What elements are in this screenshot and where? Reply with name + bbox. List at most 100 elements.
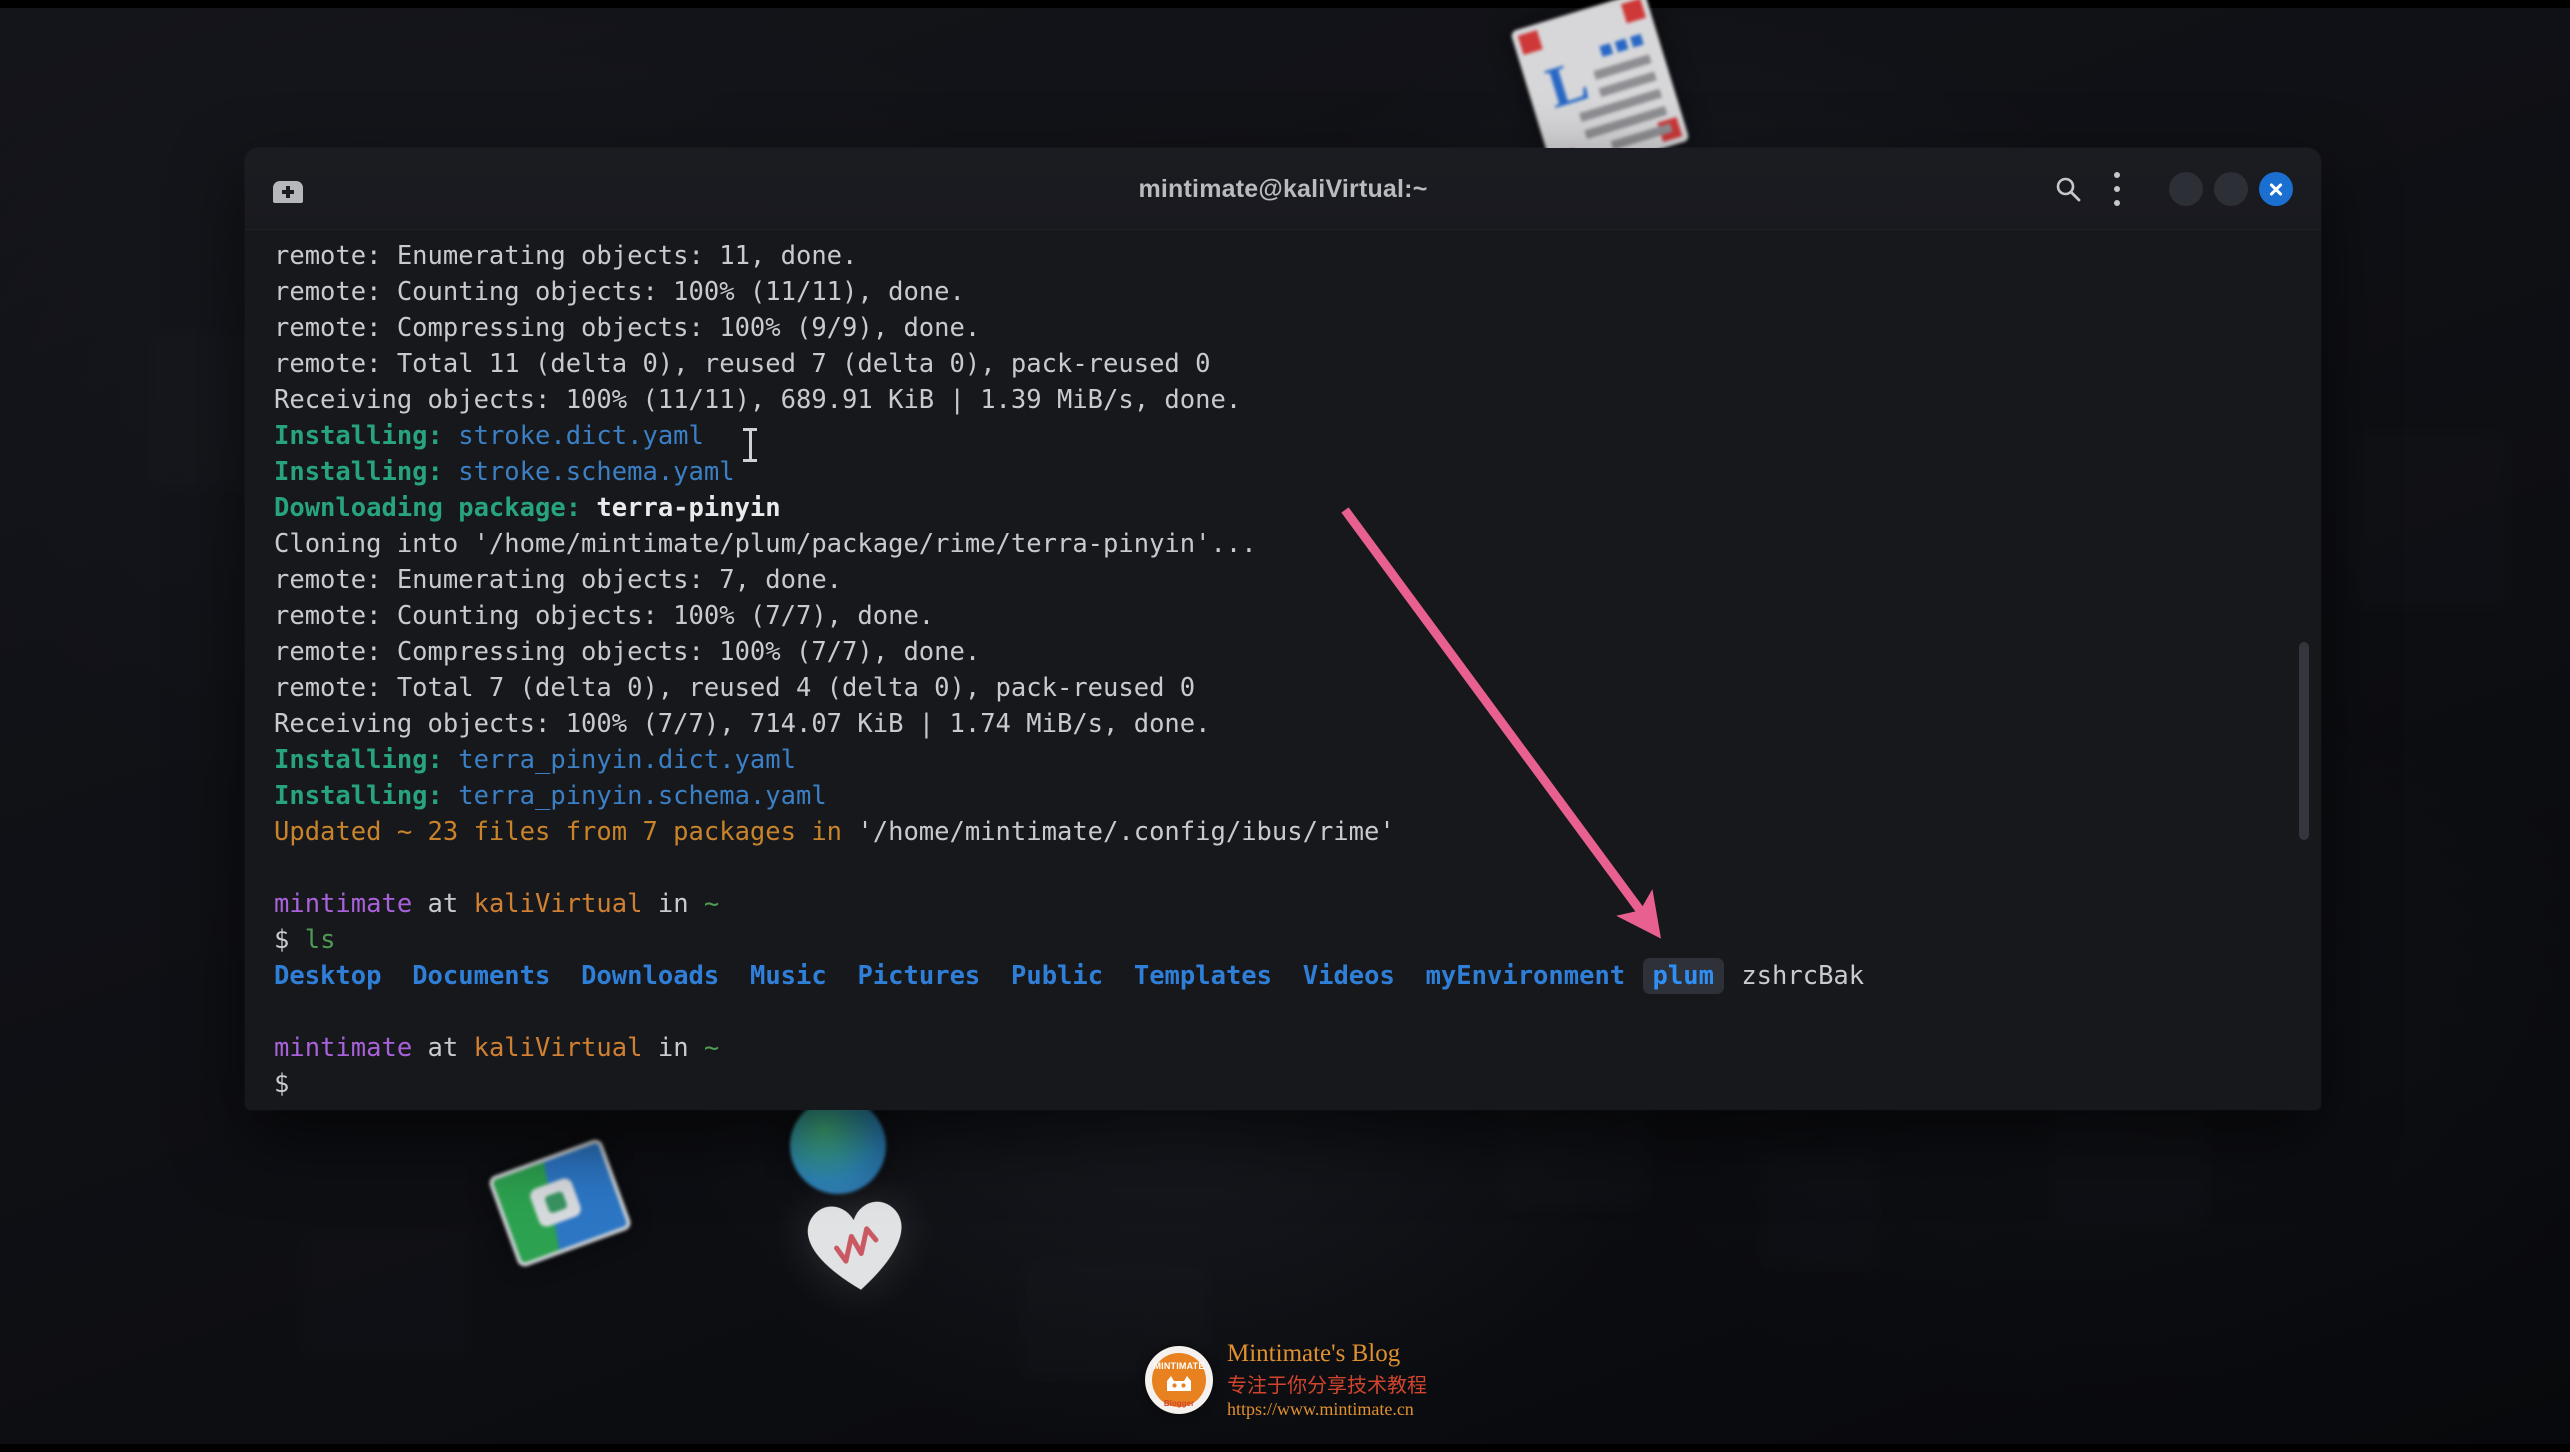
terminal-text: in [642,889,704,919]
terminal-text: $ [274,925,305,955]
watermark-logo: MINTIMATE Blogger [1145,1346,1213,1414]
terminal-text: Downloading package: [274,493,597,523]
watermark-title: Mintimate's Blog [1227,1340,1401,1367]
wallpaper-sphere-icon [790,1098,886,1194]
terminal-line: Installing: stroke.dict.yaml [274,418,2321,454]
terminal-line: Receiving objects: 100% (11/11), 689.91 … [274,382,2321,418]
terminal-text: stroke.schema.yaml [458,457,735,487]
terminal-line: Desktop Documents Downloads Music Pictur… [274,958,2321,994]
kebab-menu-icon[interactable] [2113,172,2121,206]
terminal-line: remote: Counting objects: 100% (11/11), … [274,274,2321,310]
wallpaper-letterbox-bottom [0,1444,2570,1452]
terminal-text: mintimate [274,1033,413,1063]
terminal-text: Receiving objects: 100% (11/11), 689.91 … [274,385,1242,415]
titlebar-left-group [245,175,303,203]
terminal-line: remote: Enumerating objects: 7, done. [274,562,2321,598]
terminal-line: remote: Total 11 (delta 0), reused 7 (de… [274,346,2321,382]
cat-icon [1167,1376,1191,1391]
terminal-line: Installing: stroke.schema.yaml [274,454,2321,490]
wallpaper-letterbox-top [0,0,2570,8]
watermark-logo-top-text: MINTIMATE [1153,1361,1205,1371]
terminal-text: ls [304,925,336,955]
terminal-line: $ [274,1066,2321,1102]
terminal-text: kaliVirtual [473,889,643,919]
maximize-button[interactable] [2214,172,2248,206]
new-tab-icon[interactable] [273,175,303,203]
terminal-text: Videos [1302,961,1395,991]
terminal-text: Pictures [857,961,981,991]
terminal-output-area[interactable]: remote: Enumerating objects: 11, done. re… [245,230,2321,1110]
terminal-text: '/home/mintimate/.config/ibus/rime' [857,817,1395,847]
desktop-background: L mintimate@kaliVirtual:~ remote: Enumer… [0,0,2570,1452]
terminal-titlebar[interactable]: mintimate@kaliVirtual:~ [245,148,2321,230]
terminal-text: ~ [703,889,720,919]
terminal-text: Downloads [581,961,720,991]
terminal-line: remote: Total 7 (delta 0), reused 4 (del… [274,670,2321,706]
terminal-text: Documents [412,961,551,991]
minimize-button[interactable] [2169,172,2203,206]
watermark-subtitle: 专注于你分享技术教程 [1227,1373,1427,1397]
terminal-text: Installing: [274,457,459,487]
terminal-line: Installing: terra_pinyin.dict.yaml [274,742,2321,778]
terminal-text: terra-pinyin [596,493,781,523]
close-button[interactable] [2259,172,2293,206]
terminal-text: remote: Enumerating objects: 11, done. [274,241,858,271]
watermark-url: https://www.mintimate.cn [1227,1399,1414,1419]
terminal-window[interactable]: mintimate@kaliVirtual:~ remote: Enumerat… [245,148,2321,1110]
terminal-text: kaliVirtual [473,1033,643,1063]
terminal-text: Desktop [274,961,382,991]
window-controls [2169,172,2293,206]
terminal-line: Receiving objects: 100% (7/7), 714.07 Ki… [274,706,2321,742]
terminal-line: $ ls [274,922,2321,958]
highlighted-dir-plum[interactable]: plum [1642,958,1724,994]
scrollbar-thumb[interactable] [2299,642,2309,840]
terminal-text: at [412,1033,474,1063]
wallpaper-blur-shape-4 [300,1230,470,1360]
terminal-text: zshrcBak [1741,961,1865,991]
search-icon[interactable] [2053,174,2083,204]
terminal-line: mintimate at kaliVirtual in ~ [274,886,2321,922]
terminal-text: remote: Counting objects: 100% (7/7), do… [274,601,935,631]
terminal-lines: remote: Enumerating objects: 11, done. re… [245,238,2321,1102]
vertical-scrollbar[interactable] [2295,230,2313,1110]
wallpaper-blur-shape-3 [2050,1090,2210,1230]
terminal-text: stroke.dict.yaml [458,421,704,451]
terminal-line: Cloning into '/home/mintimate/plum/packa… [274,526,2321,562]
terminal-text: mintimate [274,889,413,919]
terminal-line: Downloading package: terra-pinyin [274,490,2321,526]
terminal-text: Receiving objects: 100% (7/7), 714.07 Ki… [274,709,1211,739]
watermark: MINTIMATE Blogger Mintimate's Blog 专注于你分… [1145,1340,1427,1420]
terminal-text: remote: Compressing objects: 100% (7/7),… [274,637,981,667]
terminal-text: Updated ~ 23 files from 7 packages in [274,817,858,847]
terminal-text: $ [274,1069,290,1099]
terminal-text: myEnvironment [1425,961,1626,991]
wallpaper-blur-shape-2 [1760,1150,1880,1270]
terminal-text: Installing: [274,745,459,775]
terminal-text: at [412,889,474,919]
terminal-text: remote: Compressing objects: 100% (9/9),… [274,313,981,343]
terminal-line: remote: Counting objects: 100% (7/7), do… [274,598,2321,634]
terminal-text: Cloning into '/home/mintimate/plum/packa… [274,529,1257,559]
wallpaper-blur-shape-6 [2350,430,2510,610]
wallpaper-heart-icon [807,1201,902,1290]
terminal-line: remote: Compressing objects: 100% (9/9),… [274,310,2321,346]
terminal-line: remote: Enumerating objects: 11, done. [274,238,2321,274]
terminal-text: Music [749,961,827,991]
terminal-text: remote: Enumerating objects: 7, done. [274,565,843,595]
terminal-text: terra_pinyin.dict.yaml [458,745,796,775]
terminal-text: Templates [1133,961,1273,991]
terminal-text: ~ [703,1033,720,1063]
window-title: mintimate@kaliVirtual:~ [1138,174,1428,203]
